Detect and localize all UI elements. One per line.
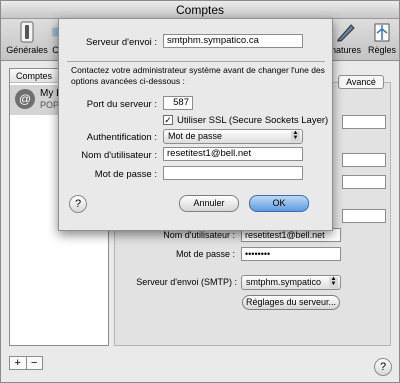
toolbar-regles[interactable]: Règles xyxy=(367,21,397,55)
pen-icon xyxy=(337,24,355,42)
password-label: Mot de passe : xyxy=(175,249,235,259)
port-label: Port du serveur : xyxy=(86,99,157,110)
toolbar-generales[interactable]: Générales xyxy=(5,21,49,55)
tab-avance[interactable]: Avancé xyxy=(338,75,384,89)
server-field[interactable]: smtphm.sympatico.ca xyxy=(163,34,303,48)
window-title: Comptes xyxy=(1,1,399,19)
hidden-field-2[interactable] xyxy=(342,153,386,167)
hidden-field-1[interactable] xyxy=(342,115,386,129)
separator xyxy=(67,61,325,62)
auth-label: Authentification : xyxy=(86,132,157,143)
sheet-help-button[interactable]: ? xyxy=(69,195,87,213)
cancel-button[interactable]: Annuler xyxy=(179,195,239,212)
help-button[interactable]: ? xyxy=(374,358,392,376)
popup-arrows-icon: ▲ ▼ xyxy=(291,130,300,142)
user-label: Nom d'utilisateur : xyxy=(163,230,235,240)
hidden-field-3[interactable] xyxy=(342,175,386,189)
sheet-user-label: Nom d'utilisateur : xyxy=(81,150,157,161)
warning-text: Contactez votre administrateur système a… xyxy=(71,65,325,86)
sheet-password-label: Mot de passe : xyxy=(94,169,157,180)
accounts-window: Comptes Générales Co natures xyxy=(0,0,400,383)
server-label: Serveur d'envoi : xyxy=(86,37,157,48)
rules-icon xyxy=(374,23,390,42)
auth-popup[interactable]: Mot de passe ▲ ▼ xyxy=(163,129,303,144)
ssl-checkbox[interactable]: ✓ xyxy=(163,115,173,125)
smtp-server-sheet: Serveur d'envoi : smtphm.sympatico.ca Co… xyxy=(58,18,333,231)
hidden-field-4[interactable] xyxy=(342,209,386,223)
server-settings-button[interactable]: Réglages du serveur... xyxy=(242,295,340,310)
smtp-label: Serveur d'envoi (SMTP) : xyxy=(136,277,237,287)
smtp-popup[interactable]: smtphm.sympatico ▲ ▼ xyxy=(241,275,341,290)
add-account-button[interactable]: + xyxy=(10,357,27,369)
add-remove-buttons: + − xyxy=(9,356,43,370)
password-field[interactable]: •••••••• xyxy=(241,247,341,261)
popup-arrows-icon: ▲ ▼ xyxy=(329,276,338,288)
remove-account-button[interactable]: − xyxy=(27,357,43,369)
light-switch-icon xyxy=(20,21,34,43)
ok-button[interactable]: OK xyxy=(249,195,309,212)
port-field[interactable]: 587 xyxy=(163,96,193,110)
ssl-label: Utiliser SSL (Secure Sockets Layer) xyxy=(177,115,329,126)
account-type: POP xyxy=(40,100,60,110)
at-sign-icon: @ xyxy=(15,89,35,109)
sheet-password-field[interactable] xyxy=(163,166,303,180)
sheet-username-field[interactable]: resetitest1@bell.net xyxy=(163,147,303,161)
